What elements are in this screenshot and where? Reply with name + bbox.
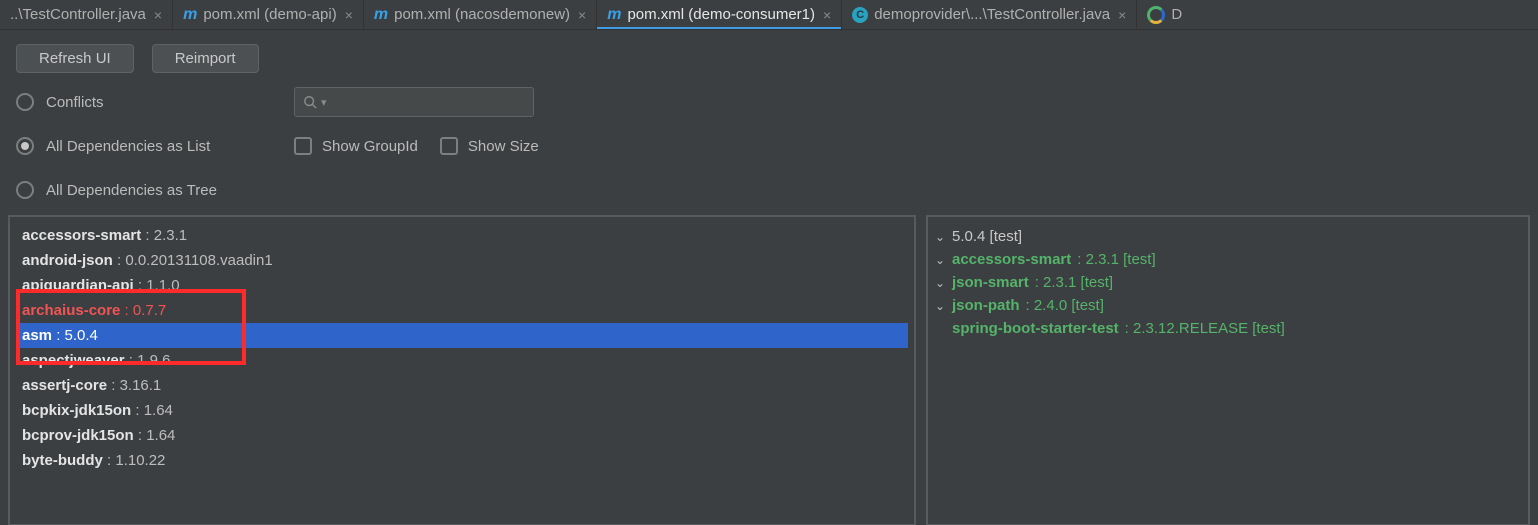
dependency-split: accessors-smart : 2.3.1android-json : 0.… xyxy=(0,215,1538,525)
class-icon: C xyxy=(852,7,868,23)
tree-node-name: spring-boot-starter-test xyxy=(952,320,1119,337)
dependency-version: : 1.64 xyxy=(131,402,173,419)
dependency-version: : 0.0.20131108.vaadin1 xyxy=(113,252,273,269)
dependency-tree[interactable]: ⌄ 5.0.4 [test] ⌄ accessors-smart : 2.3.1 … xyxy=(928,217,1528,348)
dependency-version: : 1.64 xyxy=(134,427,176,444)
tab-label: pom.xml (nacosdemonew) xyxy=(394,6,570,23)
maven-icon: m xyxy=(374,7,388,23)
dependency-tree-pane: ⌄ 5.0.4 [test] ⌄ accessors-smart : 2.3.1 … xyxy=(926,215,1530,525)
chevron-down-icon: ⌄ xyxy=(934,276,946,290)
close-icon[interactable]: × xyxy=(345,7,353,23)
close-icon[interactable]: × xyxy=(578,7,586,23)
tree-root-label: 5.0.4 [test] xyxy=(952,228,1022,245)
tree-node-meta: : 2.4.0 [test] xyxy=(1026,297,1104,314)
editor-tab[interactable]: ..\TestController.java × xyxy=(0,0,173,29)
dependency-version: : 1.9.6 xyxy=(125,352,171,369)
dependency-name: android-json xyxy=(22,252,113,269)
dependency-version: : 1.1.0 xyxy=(134,277,180,294)
dependency-list-item[interactable]: archaius-core : 0.7.7 xyxy=(16,298,908,323)
dependency-list-item[interactable]: byte-buddy : 1.10.22 xyxy=(16,448,908,473)
dependency-version: : 3.16.1 xyxy=(107,377,161,394)
chevron-down-icon: ⌄ xyxy=(934,253,946,267)
tree-node[interactable]: ⌄ json-smart : 2.3.1 [test] xyxy=(934,271,1522,294)
chevron-down-icon: ▾ xyxy=(321,96,327,109)
editor-tab[interactable]: D xyxy=(1137,0,1192,29)
editor-tab-bar: ..\TestController.java × m pom.xml (demo… xyxy=(0,0,1538,30)
services-icon xyxy=(1147,6,1165,24)
tab-label: D xyxy=(1171,6,1182,23)
dependency-name: assertj-core xyxy=(22,377,107,394)
tree-node-name: json-smart xyxy=(952,274,1029,291)
close-icon[interactable]: × xyxy=(823,7,831,23)
dependency-name: asm xyxy=(22,327,52,344)
dependency-name: apiguardian-api xyxy=(22,277,134,294)
radio-dependencies-list-label: All Dependencies as List xyxy=(46,138,210,155)
chevron-down-icon: ⌄ xyxy=(934,230,946,244)
radio-conflicts[interactable] xyxy=(16,93,34,111)
editor-tab[interactable]: m pom.xml (demo-api) × xyxy=(173,0,364,29)
dependency-list-item[interactable]: bcpkix-jdk15on : 1.64 xyxy=(16,398,908,423)
tab-label: ..\TestController.java xyxy=(10,6,146,23)
checkbox-show-size-label: Show Size xyxy=(468,138,539,155)
tree-node-name: json-path xyxy=(952,297,1020,314)
dependency-list-item[interactable]: accessors-smart : 2.3.1 xyxy=(16,223,908,248)
radio-dependencies-tree[interactable] xyxy=(16,181,34,199)
dependency-list-item[interactable]: assertj-core : 3.16.1 xyxy=(16,373,908,398)
tree-node[interactable]: spring-boot-starter-test : 2.3.12.RELEAS… xyxy=(934,317,1522,340)
editor-tab-active[interactable]: m pom.xml (demo-consumer1) × xyxy=(597,0,842,29)
dependency-name: bcprov-jdk15on xyxy=(22,427,134,444)
dependency-list-item[interactable]: android-json : 0.0.20131108.vaadin1 xyxy=(16,248,908,273)
checkbox-show-size[interactable] xyxy=(440,137,458,155)
dependency-toolbar: Refresh UI Reimport Conflicts ▾ All Depe… xyxy=(0,30,1538,215)
dependency-name: archaius-core xyxy=(22,302,120,319)
close-icon[interactable]: × xyxy=(154,7,162,23)
tree-node[interactable]: ⌄ json-path : 2.4.0 [test] xyxy=(934,294,1522,317)
maven-icon: m xyxy=(183,7,197,23)
dependency-list-item[interactable]: apiguardian-api : 1.1.0 xyxy=(16,273,908,298)
dependency-version: : 2.3.1 xyxy=(141,227,187,244)
dependency-name: aspectjweaver xyxy=(22,352,125,369)
close-icon[interactable]: × xyxy=(1118,7,1126,23)
tab-label: pom.xml (demo-consumer1) xyxy=(627,6,815,23)
dependency-name: bcpkix-jdk15on xyxy=(22,402,131,419)
dependency-name: byte-buddy xyxy=(22,452,103,469)
search-input[interactable]: ▾ xyxy=(294,87,534,117)
refresh-button[interactable]: Refresh UI xyxy=(16,44,134,73)
radio-conflicts-label: Conflicts xyxy=(46,94,104,111)
editor-tab[interactable]: m pom.xml (nacosdemonew) × xyxy=(364,0,597,29)
tree-node[interactable]: ⌄ accessors-smart : 2.3.1 [test] xyxy=(934,248,1522,271)
dependency-list-item[interactable]: asm : 5.0.4 xyxy=(16,323,908,348)
dependency-name: accessors-smart xyxy=(22,227,141,244)
tree-root[interactable]: ⌄ 5.0.4 [test] xyxy=(934,225,1522,248)
maven-icon: m xyxy=(607,7,621,23)
tab-label: pom.xml (demo-api) xyxy=(203,6,336,23)
checkbox-show-groupid-label: Show GroupId xyxy=(322,138,418,155)
tree-node-name: accessors-smart xyxy=(952,251,1071,268)
search-icon xyxy=(303,95,317,109)
tree-node-meta: : 2.3.12.RELEASE [test] xyxy=(1125,320,1285,337)
reimport-button[interactable]: Reimport xyxy=(152,44,259,73)
dependency-list-item[interactable]: aspectjweaver : 1.9.6 xyxy=(16,348,908,373)
dependency-version: : 1.10.22 xyxy=(103,452,166,469)
checkbox-show-groupid[interactable] xyxy=(294,137,312,155)
dependency-list-pane: accessors-smart : 2.3.1android-json : 0.… xyxy=(8,215,916,525)
dependency-version: : 5.0.4 xyxy=(52,327,98,344)
editor-tab[interactable]: C demoprovider\...\TestController.java × xyxy=(842,0,1137,29)
dependency-version: : 0.7.7 xyxy=(120,302,166,319)
tree-node-meta: : 2.3.1 [test] xyxy=(1077,251,1155,268)
tab-label: demoprovider\...\TestController.java xyxy=(874,6,1110,23)
radio-dependencies-tree-label: All Dependencies as Tree xyxy=(46,182,217,199)
radio-dependencies-list[interactable] xyxy=(16,137,34,155)
chevron-down-icon: ⌄ xyxy=(934,299,946,313)
tree-node-meta: : 2.3.1 [test] xyxy=(1035,274,1113,291)
dependency-list-item[interactable]: bcprov-jdk15on : 1.64 xyxy=(16,423,908,448)
